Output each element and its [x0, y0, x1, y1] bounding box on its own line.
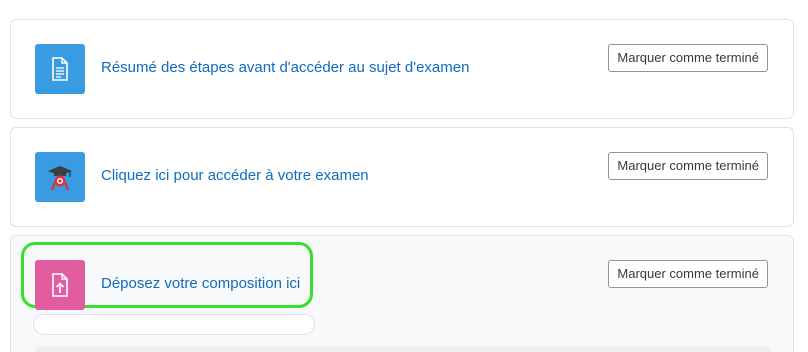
- activity-card-summary: Résumé des étapes avant d'accéder au suj…: [10, 19, 794, 119]
- graduation-cap-exam-icon[interactable]: [35, 152, 85, 202]
- mark-done-button[interactable]: Marquer comme terminé: [608, 44, 768, 72]
- document-page-icon[interactable]: [35, 44, 85, 94]
- activity-card-exam: Cliquez ici pour accéder à votre examen …: [10, 127, 794, 227]
- activity-link-summary[interactable]: Résumé des étapes avant d'accéder au suj…: [101, 59, 469, 76]
- activity-dates-pill: [33, 314, 315, 335]
- activity-description-box: [35, 346, 771, 352]
- mark-done-button[interactable]: Marquer comme terminé: [608, 152, 768, 180]
- activity-card-upload: Déposez votre composition ici Marquer co…: [10, 235, 794, 352]
- file-upload-icon[interactable]: [35, 260, 85, 310]
- course-activity-list: Résumé des étapes avant d'accéder au suj…: [0, 0, 808, 352]
- activity-link-upload[interactable]: Déposez votre composition ici: [101, 275, 300, 292]
- activity-link-exam[interactable]: Cliquez ici pour accéder à votre examen: [101, 167, 369, 184]
- mark-done-button[interactable]: Marquer comme terminé: [608, 260, 768, 288]
